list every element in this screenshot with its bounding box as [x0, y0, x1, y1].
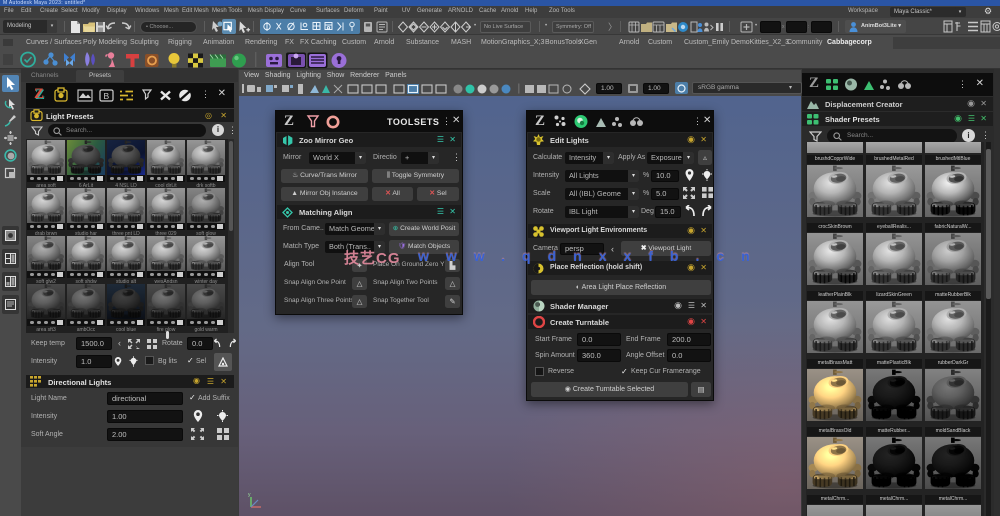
svg-text:B: B: [104, 91, 110, 101]
